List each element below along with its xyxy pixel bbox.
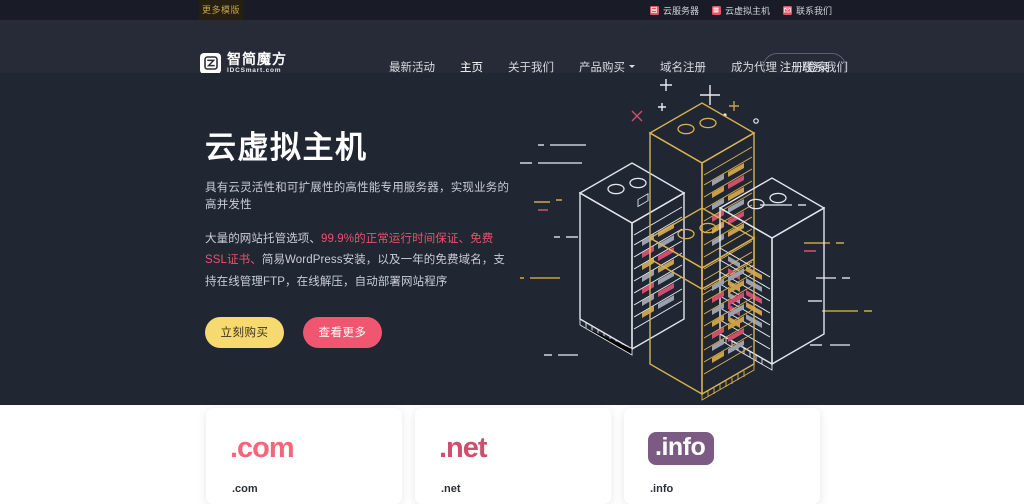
logo-mark-icon	[200, 52, 221, 74]
buy-now-button[interactable]: 立刻购买	[205, 316, 284, 348]
domain-logo-text: .com	[230, 431, 295, 464]
page-root: 更多模版 云服务器 云虚拟主机 联系我们 智简魔方 IDCSmart.com 最…	[0, 0, 1024, 504]
chevron-down-icon	[629, 65, 635, 68]
domain-card-info[interactable]: .info .info	[624, 408, 820, 504]
domain-card-name: .net	[441, 483, 461, 495]
domain-logo-text: .info	[648, 431, 715, 465]
hero-subtitle: 具有云灵活性和可扩展性的高性能专用服务器，实现业务的高并发性	[205, 181, 510, 211]
domain-logo: .info	[648, 428, 715, 468]
hero-section: 云虚拟主机 具有云灵活性和可扩展性的高性能专用服务器，实现业务的高并发性 大量的…	[0, 73, 1024, 405]
topbar-link-cloud-server[interactable]: 云服务器	[649, 4, 699, 17]
view-more-button[interactable]: 查看更多	[303, 316, 382, 348]
topbar-link-cloud-hosting[interactable]: 云虚拟主机	[711, 4, 770, 17]
hero-copy: 云虚拟主机 具有云灵活性和可扩展性的高性能专用服务器，实现业务的高并发性 大量的…	[205, 130, 515, 348]
domain-logo: .com	[230, 428, 295, 468]
server-icon	[649, 5, 659, 15]
domain-card-name: .com	[232, 483, 258, 495]
logo-title-cn: 智简魔方	[227, 51, 287, 67]
domain-logo-text: .net	[439, 431, 488, 464]
domain-card-com[interactable]: .com .com	[206, 408, 402, 504]
domain-logo: .net	[439, 428, 488, 468]
hero-desc-part1: 大量的网站托管选项、	[205, 233, 321, 246]
topbar-link-label: 联系我们	[795, 5, 832, 16]
top-utility-bar: 更多模版 云服务器 云虚拟主机 联系我们	[0, 0, 1024, 21]
topbar-left: 更多模版	[199, 0, 244, 21]
mail-icon	[782, 5, 792, 15]
hero-description: 大量的网站托管选项、99.9%的正常运行时间保证、免费SSL证书、简易WordP…	[205, 229, 515, 293]
hero-buttons: 立刻购买 查看更多	[205, 316, 515, 348]
site-logo[interactable]: 智简魔方 IDCSmart.com	[200, 52, 287, 75]
stack-icon	[711, 5, 721, 15]
domain-cards: .com .com .net .net .info .info	[0, 408, 1024, 504]
topbar-link-contact-us[interactable]: 联系我们	[782, 4, 832, 17]
domain-card-name: .info	[650, 483, 674, 495]
isometric-server-racks-illustration	[520, 73, 940, 405]
more-templates-link[interactable]: 更多模版	[199, 0, 244, 21]
topbar-link-label: 云服务器	[662, 5, 699, 16]
hero-title: 云虚拟主机	[205, 130, 368, 165]
topbar-link-label: 云虚拟主机	[724, 5, 770, 16]
domain-card-net[interactable]: .net .net	[415, 408, 611, 504]
logo-text: 智简魔方 IDCSmart.com	[227, 52, 287, 75]
topbar-right-links: 云服务器 云虚拟主机 联系我们	[649, 0, 832, 20]
site-header: 智简魔方 IDCSmart.com 最新活动 主页 关于我们 产品购买 域名注册	[0, 20, 1024, 86]
